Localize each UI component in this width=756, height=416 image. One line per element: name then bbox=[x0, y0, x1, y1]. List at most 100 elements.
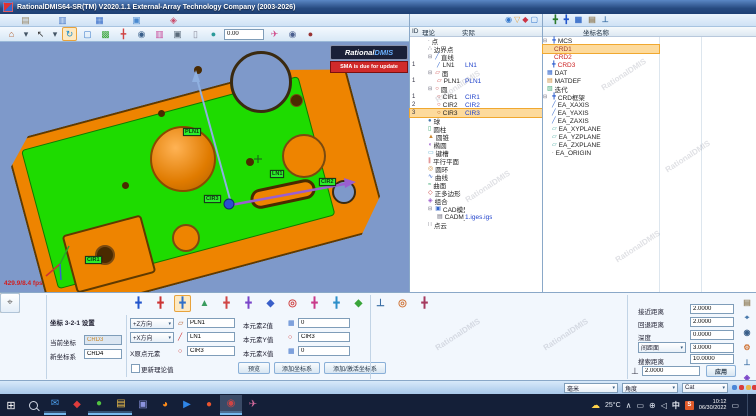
feature-tree-row[interactable]: ○圆 bbox=[410, 85, 542, 93]
taskbar-blueapp-icon[interactable]: ▶ bbox=[176, 395, 198, 415]
elem-x-input[interactable] bbox=[298, 346, 350, 356]
taskbar-clock[interactable]: 10:12 06/30/2022 bbox=[699, 399, 727, 412]
probe-distance-input[interactable] bbox=[642, 366, 700, 376]
eye-filter-icon[interactable]: ◉ bbox=[505, 16, 512, 24]
feature-tree-row[interactable]: 1 ○CIR1 CIR1 bbox=[410, 93, 542, 101]
csys-translate-icon[interactable]: ╋ bbox=[130, 295, 147, 312]
x-direction-select[interactable]: +X方向▾ bbox=[130, 332, 174, 343]
csys-origin-icon[interactable]: ╋ bbox=[218, 295, 235, 312]
col-coord-name[interactable]: 坐标名称 bbox=[543, 27, 609, 37]
elem-z-input[interactable] bbox=[298, 318, 350, 328]
tab-probe-icon[interactable]: ▤ bbox=[18, 13, 33, 27]
title-bar[interactable]: RationalDMIS64-SR(TM) V2020.1.1 External… bbox=[0, 0, 756, 14]
feature-label-cir3[interactable]: CIR3 bbox=[204, 195, 221, 203]
taskbar-design-icon[interactable]: ✈ bbox=[242, 395, 264, 415]
feature-tree-row[interactable]: 2 ○CIR2 CIR2 bbox=[410, 101, 542, 109]
col-id[interactable]: ID bbox=[410, 28, 422, 35]
clearance-input[interactable] bbox=[690, 343, 734, 353]
add-activate-coord-button[interactable]: 添加/激活坐标系 bbox=[324, 362, 386, 374]
snapshot-icon[interactable]: ◉ bbox=[285, 27, 300, 41]
probe-strip-icon[interactable]: ⊥ bbox=[740, 357, 754, 369]
tray-expand-icon[interactable]: ∧ bbox=[626, 401, 632, 410]
coordinate-tree-row[interactable]: ╱EA_ZAXIS bbox=[543, 117, 756, 125]
approach-input[interactable] bbox=[690, 304, 734, 314]
status-grid-icon[interactable] bbox=[732, 385, 737, 390]
orbit-rotate-icon[interactable]: ↻ bbox=[62, 27, 77, 41]
coordinate-tree-row[interactable]: ╋CRD框架 bbox=[543, 93, 756, 101]
retract-input[interactable] bbox=[690, 317, 734, 327]
update-theoretical-checkbox[interactable] bbox=[131, 364, 140, 373]
tab-grid-icon[interactable]: ▦ bbox=[92, 13, 107, 27]
tab-document-icon[interactable]: ▥ bbox=[55, 13, 70, 27]
csys-grid-icon[interactable]: ▦ bbox=[575, 16, 583, 24]
machine-view-button[interactable]: ⌖ bbox=[0, 293, 20, 313]
zoom-value-input[interactable] bbox=[224, 29, 264, 40]
weather-icon[interactable]: ☁ bbox=[591, 400, 600, 411]
taskbar-explorer-icon[interactable]: ▤ bbox=[110, 395, 132, 415]
csys-save-icon[interactable]: ╋ bbox=[328, 295, 345, 312]
gear-strip-icon[interactable]: ⚙ bbox=[740, 342, 754, 354]
home-icon[interactable]: ⌂ bbox=[4, 27, 19, 41]
csys-display-icon[interactable]: ╋ bbox=[116, 27, 131, 41]
tab-window-icon[interactable]: ▣ bbox=[129, 13, 144, 27]
taskbar-firefox-icon[interactable]: ◕ bbox=[154, 395, 176, 415]
csys-321-icon[interactable]: ╋ bbox=[174, 295, 191, 312]
origin-feature-input[interactable] bbox=[187, 346, 235, 356]
units-select[interactable]: 毫米▾ bbox=[564, 383, 618, 393]
status-stop-icon[interactable] bbox=[752, 385, 756, 390]
taskbar-wechat-icon[interactable]: ● bbox=[88, 395, 110, 415]
coordinate-tree-row[interactable]: ▤MATDEF bbox=[543, 77, 756, 85]
csys-axis-align-icon[interactable]: ╋ bbox=[240, 295, 257, 312]
coordinate-tree-row[interactable]: ▦DAT bbox=[543, 69, 756, 77]
tray-network-icon[interactable]: ⊕ bbox=[649, 401, 656, 410]
coordinate-tree-row[interactable]: ╱EA_XAXIS bbox=[543, 101, 756, 109]
coordinate-tree-row[interactable]: ▱EA_YZPLANE bbox=[543, 133, 756, 141]
tray-display-icon[interactable]: ▭ bbox=[636, 401, 644, 410]
taskbar-rationaldmis-icon[interactable]: ◉ bbox=[220, 395, 242, 415]
add-coord-button[interactable]: 添加坐标系 bbox=[274, 362, 320, 374]
csys-offset-icon[interactable]: ╋ bbox=[306, 295, 323, 312]
coordinate-tree-row[interactable]: CRD2 bbox=[543, 53, 756, 61]
taskbar-search-button[interactable] bbox=[22, 395, 44, 415]
feature-tree-row[interactable]: ∷点云 bbox=[410, 221, 542, 229]
tab-colors-icon[interactable]: ◈ bbox=[166, 13, 181, 27]
coordinate-tree-row[interactable]: ∙EA_ORIGIN bbox=[543, 149, 756, 157]
coordinate-tree-row[interactable]: ╋MCS bbox=[543, 37, 756, 45]
color-palette-icon[interactable]: ▥ bbox=[152, 27, 167, 41]
paint-sphere-icon[interactable]: ● bbox=[206, 27, 221, 41]
eye-icon[interactable]: ◉ bbox=[134, 27, 149, 41]
taskbar-redapp-icon[interactable]: ● bbox=[198, 395, 220, 415]
csys-cube-icon[interactable]: ◆ bbox=[262, 295, 279, 312]
temperature-readout[interactable]: 25°C bbox=[605, 402, 621, 409]
start-button[interactable]: ⊞ bbox=[0, 395, 22, 415]
sogou-tray-icon[interactable]: S bbox=[685, 401, 694, 410]
z-feature-input[interactable] bbox=[187, 318, 235, 328]
csys-machine-icon[interactable]: ╋ bbox=[416, 295, 433, 312]
cat-select[interactable]: Cat▾ bbox=[682, 383, 728, 393]
plane-view-icon[interactable]: ✈ bbox=[267, 27, 282, 41]
z-direction-select[interactable]: +Z方向▾ bbox=[130, 318, 174, 329]
coordinate-tree-row[interactable]: CRD1 bbox=[543, 45, 659, 53]
viewport-3d[interactable]: PLN1CIR3LN1CIR2CIR1 RationalDMIS SMA is … bbox=[0, 42, 409, 292]
csys-tab-icon[interactable]: ╋ bbox=[553, 16, 558, 24]
search-input[interactable] bbox=[690, 354, 734, 364]
home-caret-icon[interactable]: ▾ bbox=[22, 27, 30, 41]
col-theoretical[interactable]: 理论 bbox=[422, 27, 462, 37]
x-feature-input[interactable] bbox=[187, 332, 235, 342]
preview-button[interactable]: 预览 bbox=[238, 362, 270, 374]
coordinate-tree-row[interactable]: ╱EA_YAXIS bbox=[543, 109, 756, 117]
new-coord-input[interactable] bbox=[84, 349, 122, 359]
probe-icon[interactable]: ⊥ bbox=[602, 16, 609, 24]
csys-rotate-icon[interactable]: ╋ bbox=[152, 295, 169, 312]
coordinate-tree-row[interactable]: ╋CRD3 bbox=[543, 61, 756, 69]
coordinate-tree-row[interactable]: ▱EA_XYPLANE bbox=[543, 125, 756, 133]
csys-greencube-icon[interactable]: ◆ bbox=[350, 295, 367, 312]
apply-button[interactable]: 应用 bbox=[706, 365, 736, 377]
update-banner[interactable]: SMA is due for update bbox=[330, 61, 408, 73]
taskbar-security-icon[interactable]: ◆ bbox=[66, 395, 88, 415]
eye-strip-icon[interactable]: ◉ bbox=[740, 327, 754, 339]
taskbar-outlook-icon[interactable]: ✉ bbox=[44, 395, 66, 415]
csys-bestfit-icon[interactable]: ▲ bbox=[196, 295, 213, 312]
shield-icon[interactable]: ◆ bbox=[522, 16, 528, 24]
report-icon[interactable]: ▤ bbox=[588, 16, 596, 24]
